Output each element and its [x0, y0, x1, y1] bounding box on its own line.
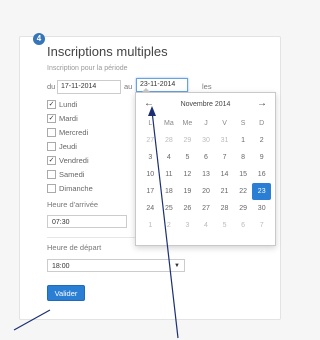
calendar-day[interactable]: 27 — [197, 200, 216, 217]
chevron-down-icon: ▼ — [174, 263, 180, 269]
calendar-day[interactable]: 18 — [160, 183, 179, 200]
calendar-day[interactable]: 13 — [197, 166, 216, 183]
day-checkbox-row[interactable]: Jeudi — [47, 141, 77, 152]
calendar-day[interactable]: 24 — [141, 200, 160, 217]
weekday-header: S — [240, 120, 246, 127]
next-month-icon[interactable]: → — [257, 99, 267, 109]
checkbox[interactable] — [47, 141, 56, 151]
calendar-day[interactable]: 27 — [141, 132, 160, 149]
weekday-header: V — [222, 120, 227, 127]
from-date-input[interactable]: 17-11-2014 — [57, 80, 121, 94]
arrival-label: Heure d'arrivée — [47, 200, 99, 209]
calendar-day[interactable]: 25 — [160, 200, 179, 217]
day-label: Mercredi — [59, 128, 89, 137]
checkbox[interactable] — [47, 183, 56, 193]
checkbox[interactable] — [47, 169, 56, 179]
calendar-day[interactable]: 5 — [178, 149, 197, 166]
weekday-header: Ma — [163, 120, 174, 127]
calendar-day[interactable]: 7 — [252, 217, 271, 234]
calendar-day[interactable]: 10 — [141, 166, 160, 183]
weekday-header: L — [148, 120, 153, 127]
day-label: Samedi — [59, 170, 85, 179]
calendar-day-selected[interactable]: 23 — [252, 183, 271, 200]
calendar-day[interactable]: 2 — [160, 217, 179, 234]
arrival-time-select[interactable]: 07:30 — [47, 215, 127, 228]
calendar-day[interactable]: 30 — [252, 200, 271, 217]
departure-time-value: 18:00 — [52, 263, 70, 270]
calendar-day[interactable]: 4 — [197, 217, 216, 234]
calendar-day[interactable]: 29 — [178, 132, 197, 149]
departure-time-select[interactable]: 18:00 ▼ — [47, 259, 185, 272]
step-badge: 4 — [33, 33, 45, 45]
calendar-day[interactable]: 12 — [178, 166, 197, 183]
section-title: Inscriptions multiples — [47, 44, 168, 59]
weekday-header: Me — [182, 120, 193, 127]
calendar-day[interactable]: 21 — [215, 183, 234, 200]
calendar-day[interactable]: 28 — [215, 200, 234, 217]
departure-label: Heure de départ — [47, 243, 102, 252]
period-suffix: les — [202, 82, 212, 91]
calendar-day[interactable]: 2 — [252, 132, 271, 149]
checked-checkbox[interactable]: ✓ — [47, 113, 56, 123]
calendar-day[interactable]: 16 — [252, 166, 271, 183]
day-label: Vendredi — [59, 156, 89, 165]
calendar-day[interactable]: 20 — [197, 183, 216, 200]
datepicker-popup: ← Novembre 2014 → L Ma Me J V S D 27 28 29 30 31 1 2 3… — [135, 92, 276, 246]
calendar-day[interactable]: 26 — [178, 200, 197, 217]
datepicker-header: ← Novembre 2014 → — [136, 99, 275, 111]
calendar-day[interactable]: 1 — [141, 217, 160, 234]
calendar-day[interactable]: 19 — [178, 183, 197, 200]
day-label: Mardi — [59, 114, 78, 123]
arrival-time-value: 07:30 — [52, 219, 70, 226]
to-label-text: au — [124, 82, 133, 91]
calendar-day[interactable]: 3 — [141, 149, 160, 166]
from-label: du — [47, 82, 56, 91]
day-label: Lundi — [59, 100, 78, 109]
calendar-day[interactable]: 30 — [197, 132, 216, 149]
day-label: Dimanche — [59, 184, 93, 193]
calendar-day[interactable]: 14 — [215, 166, 234, 183]
calendar-day[interactable]: 29 — [234, 200, 253, 217]
calendar-grid: L Ma Me J V S D 27 28 29 30 31 1 2 3 4 5 6 7 8 9 10 11 12 13 14 15… — [141, 115, 271, 234]
day-checkbox-row[interactable]: ✓ Lundi — [47, 99, 78, 110]
calendar-day[interactable]: 5 — [215, 217, 234, 234]
calendar-day[interactable]: 4 — [160, 149, 179, 166]
calendar-day[interactable]: 6 — [197, 149, 216, 166]
day-checkbox-row[interactable]: Samedi — [47, 169, 85, 180]
submit-button[interactable]: Valider — [47, 285, 85, 301]
month-label[interactable]: Novembre 2014 — [136, 101, 275, 108]
day-checkbox-row[interactable]: Dimanche — [47, 183, 93, 194]
day-label: Jeudi — [59, 142, 77, 151]
day-checkbox-row[interactable]: Mercredi — [47, 127, 89, 138]
checked-checkbox[interactable]: ✓ — [47, 155, 56, 165]
day-checkbox-row[interactable]: ✓ Mardi — [47, 113, 78, 124]
day-checkbox-row[interactable]: ✓ Vendredi — [47, 155, 89, 166]
calendar-day[interactable]: 22 — [234, 183, 253, 200]
period-label: Inscription pour la période — [47, 65, 128, 72]
checkbox[interactable] — [47, 127, 56, 137]
calendar-day[interactable]: 28 — [160, 132, 179, 149]
calendar-day[interactable]: 11 — [160, 166, 179, 183]
calendar-day[interactable]: 3 — [178, 217, 197, 234]
checked-checkbox[interactable]: ✓ — [47, 99, 56, 109]
calendar-day[interactable]: 31 — [215, 132, 234, 149]
weekday-header: J — [204, 120, 208, 127]
calendar-day[interactable]: 9 — [252, 149, 271, 166]
calendar-day[interactable]: 1 — [234, 132, 253, 149]
calendar-day[interactable]: 7 — [215, 149, 234, 166]
calendar-day[interactable]: 15 — [234, 166, 253, 183]
calendar-day[interactable]: 17 — [141, 183, 160, 200]
calendar-day[interactable]: 8 — [234, 149, 253, 166]
calendar-day[interactable]: 6 — [234, 217, 253, 234]
weekday-header: D — [259, 120, 265, 127]
